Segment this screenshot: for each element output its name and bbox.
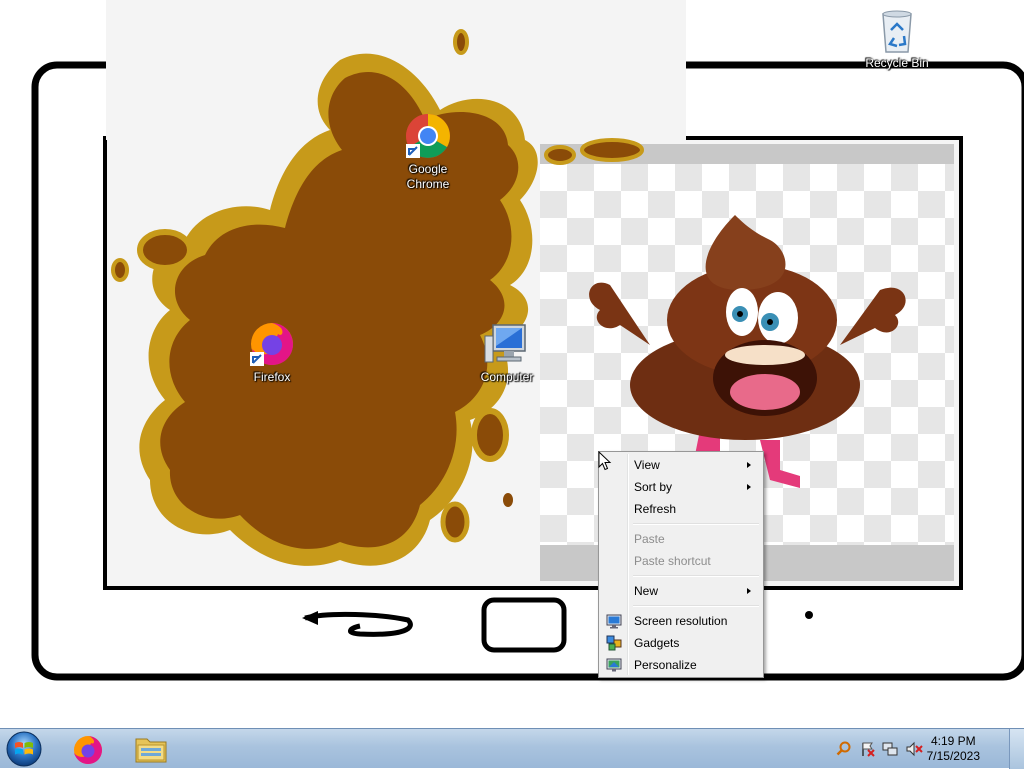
google-chrome-icon [406, 114, 450, 158]
taskbar-windows-explorer-button[interactable] [125, 731, 177, 767]
menu-item-screen-resolution[interactable]: Screen resolution [601, 610, 761, 632]
menu-item-screen-resolution-label: Screen resolution [634, 614, 728, 628]
action-center-search-icon[interactable] [836, 741, 852, 757]
recycle-bin-label: Recycle Bin [865, 56, 929, 70]
recycle-bin-desktop-icon[interactable]: Recycle Bin [855, 8, 939, 71]
taskbar-firefox-button[interactable] [62, 731, 114, 767]
menu-item-new[interactable]: New [601, 580, 761, 602]
firefox-desktop-icon[interactable]: Firefox [230, 320, 314, 385]
firefox-label: Firefox [253, 370, 291, 384]
computer-label: Computer [480, 370, 534, 384]
menu-item-paste: Paste [601, 528, 761, 550]
menu-item-view[interactable]: View [601, 454, 761, 476]
recycle-bin-icon [882, 10, 912, 53]
taskbar: 4:19 PM 7/15/2023 [0, 728, 1024, 769]
menu-item-refresh-label: Refresh [634, 502, 677, 516]
system-tray: 4:19 PM 7/15/2023 [834, 729, 1024, 769]
menu-separator [633, 575, 759, 577]
desktop[interactable]: Recycle Bin Google Chrome Firefox Comput… [0, 0, 1024, 728]
menu-item-gadgets-label: Gadgets [634, 636, 680, 650]
submenu-arrow-icon [747, 484, 751, 490]
google-chrome-desktop-icon[interactable]: Google Chrome [386, 112, 470, 192]
menu-item-paste-shortcut: Paste shortcut [601, 550, 761, 572]
clock-time: 4:19 PM [930, 734, 976, 748]
mouse-cursor-icon [598, 451, 612, 471]
menu-item-gadgets[interactable]: Gadgets [601, 632, 761, 654]
menu-separator [633, 605, 759, 607]
menu-item-personalize[interactable]: Personalize [601, 654, 761, 676]
personalize-icon [606, 658, 622, 672]
windows-explorer-icon [135, 738, 167, 763]
submenu-arrow-icon [747, 462, 751, 468]
menu-item-new-label: New [634, 584, 659, 598]
computer-icon [484, 324, 526, 363]
menu-item-paste-label: Paste [634, 532, 665, 546]
windows-start-orb-icon [6, 731, 42, 767]
taskbar-clock[interactable]: 4:19 PM 7/15/2023 [927, 734, 980, 764]
submenu-arrow-icon [747, 588, 751, 594]
firefox-icon [74, 736, 102, 764]
show-desktop-button[interactable] [1009, 729, 1024, 769]
menu-item-sort-by[interactable]: Sort by [601, 476, 761, 498]
start-button[interactable] [4, 730, 44, 768]
clock-date: 7/15/2023 [926, 749, 980, 763]
menu-item-refresh[interactable]: Refresh [601, 498, 761, 520]
google-chrome-label-1: Google [408, 162, 448, 176]
network-icon[interactable] [882, 741, 898, 757]
menu-item-view-label: View [634, 458, 660, 472]
volume-muted-icon[interactable] [906, 741, 924, 757]
menu-item-personalize-label: Personalize [634, 658, 697, 672]
gadgets-icon [606, 635, 622, 651]
screen-resolution-icon [606, 614, 622, 629]
computer-desktop-icon[interactable]: Computer [465, 322, 549, 385]
google-chrome-label-2: Chrome [406, 177, 450, 191]
menu-item-paste-shortcut-label: Paste shortcut [634, 554, 711, 568]
desktop-context-menu: View Sort by Refresh Paste Paste shortcu… [598, 451, 764, 678]
action-center-flag-icon[interactable] [860, 741, 876, 757]
firefox-icon [250, 323, 293, 366]
menu-item-sort-by-label: Sort by [634, 480, 673, 494]
menu-separator [633, 523, 759, 525]
